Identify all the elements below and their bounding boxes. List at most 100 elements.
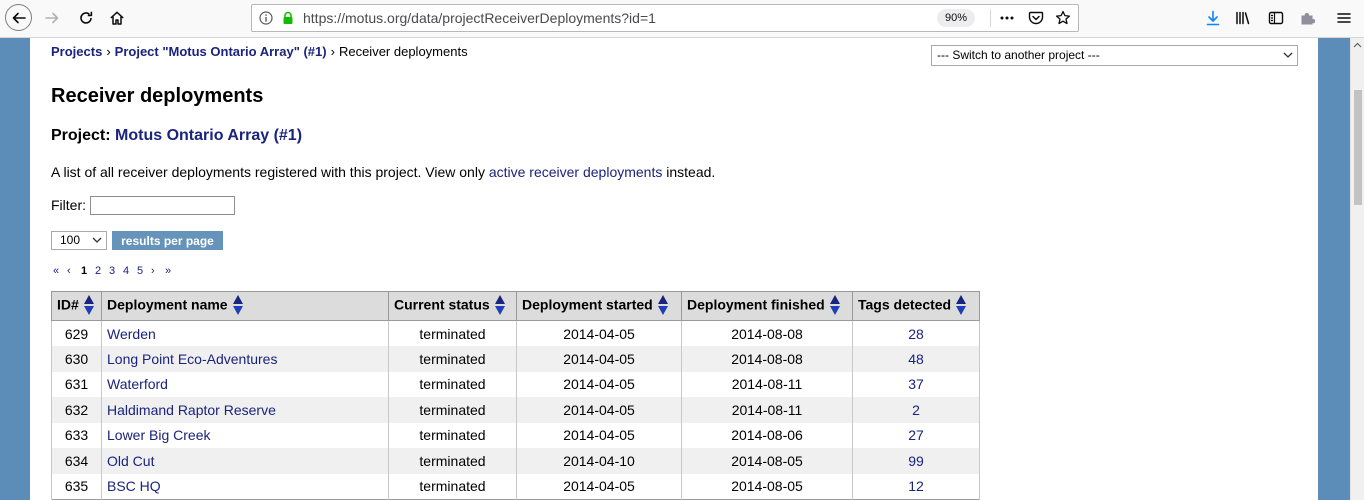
pagination-next[interactable]: › xyxy=(151,264,165,278)
column-header-label: Deployment started xyxy=(522,296,653,313)
pagination-page-link[interactable]: 4 xyxy=(123,264,137,278)
project-name-link[interactable]: Motus Ontario Array (#1) xyxy=(115,127,302,144)
column-header-label: Tags detected xyxy=(858,296,952,313)
menu-button[interactable] xyxy=(1335,9,1353,27)
page-actions-icon xyxy=(1000,16,1014,20)
cell-finished: 2014-08-06 xyxy=(681,422,853,448)
column-header-name[interactable]: Deployment name xyxy=(101,291,389,321)
pagination-prev[interactable]: ‹ xyxy=(67,264,81,278)
results-per-page-select[interactable]: 100 xyxy=(51,231,107,250)
deployment-name-link[interactable]: Long Point Eco-Adventures xyxy=(107,351,277,367)
bookmark-button[interactable] xyxy=(1055,10,1071,26)
cell-status: terminated xyxy=(388,422,517,448)
info-icon xyxy=(259,11,273,25)
cell-status: terminated xyxy=(388,346,517,372)
pagination-first[interactable]: « xyxy=(53,264,67,278)
column-header-label: Deployment finished xyxy=(687,296,825,313)
forward-arrow-icon xyxy=(45,12,59,24)
site-info-button[interactable] xyxy=(258,10,274,26)
sort-arrows-icon[interactable] xyxy=(956,294,967,316)
sort-arrows-icon[interactable] xyxy=(83,294,94,316)
cell-id: 631 xyxy=(51,371,102,397)
sort-arrows-icon[interactable] xyxy=(232,294,243,316)
tags-detected-link[interactable]: 37 xyxy=(908,376,924,392)
cell-tags: 48 xyxy=(852,346,980,372)
tags-detected-link[interactable]: 27 xyxy=(908,427,924,443)
cell-name: Long Point Eco-Adventures xyxy=(101,346,389,372)
sidebar-button[interactable] xyxy=(1267,9,1285,27)
results-per-page-value: 100 xyxy=(60,233,81,247)
tags-detected-link[interactable]: 99 xyxy=(908,453,924,469)
back-arrow-icon xyxy=(12,12,26,23)
pocket-icon xyxy=(1028,11,1044,25)
cell-status: terminated xyxy=(388,397,517,423)
tags-detected-link[interactable]: 48 xyxy=(908,351,924,367)
deployment-name-link[interactable]: Werden xyxy=(107,326,156,342)
tags-detected-link[interactable]: 12 xyxy=(908,478,924,494)
breadcrumb-projects-link[interactable]: Projects xyxy=(51,44,102,59)
column-header-id[interactable]: ID# xyxy=(51,291,102,321)
cell-tags: 2 xyxy=(852,397,980,423)
library-icon xyxy=(1236,11,1250,25)
tags-detected-link[interactable]: 28 xyxy=(908,326,924,342)
pagination-page-link[interactable]: 2 xyxy=(95,264,109,278)
cell-status: terminated xyxy=(388,371,517,397)
table-row: 630 Long Point Eco-Adventures terminated… xyxy=(51,346,980,372)
cell-status: terminated xyxy=(388,473,517,499)
cell-started: 2014-04-05 xyxy=(516,346,682,372)
deployment-name-link[interactable]: Haldimand Raptor Reserve xyxy=(107,402,276,418)
cell-id: 629 xyxy=(51,320,102,346)
column-header-started[interactable]: Deployment started xyxy=(516,291,682,321)
column-header-status[interactable]: Current status xyxy=(388,291,517,321)
project-switcher-select[interactable]: --- Switch to another project --- xyxy=(931,45,1298,66)
active-deployments-link[interactable]: active receiver deployments xyxy=(489,164,663,180)
downloads-button[interactable] xyxy=(1204,9,1222,27)
forward-button[interactable] xyxy=(43,9,61,27)
pagination-page-link[interactable]: 3 xyxy=(109,264,123,278)
pagination-page-link[interactable]: 5 xyxy=(137,264,151,278)
sort-arrows-icon[interactable] xyxy=(657,294,668,316)
cell-name: BSC HQ xyxy=(101,473,389,499)
filter-label: Filter: xyxy=(51,197,86,213)
column-header-label: Current status xyxy=(394,296,490,313)
address-bar[interactable]: https://motus.org/data/projectReceiverDe… xyxy=(251,4,1079,32)
deployment-name-link[interactable]: Waterford xyxy=(107,376,168,392)
urlbar-divider xyxy=(990,9,991,27)
extension-button[interactable] xyxy=(1298,9,1316,27)
sort-arrows-icon[interactable] xyxy=(829,294,840,316)
url-text[interactable]: https://motus.org/data/projectReceiverDe… xyxy=(303,5,656,31)
cell-name: Old Cut xyxy=(101,448,389,474)
tags-detected-link[interactable]: 2 xyxy=(912,402,920,418)
sort-arrows-icon[interactable] xyxy=(494,294,505,316)
column-header-label: ID# xyxy=(57,296,79,313)
cell-name: Waterford xyxy=(101,371,389,397)
deployment-name-link[interactable]: BSC HQ xyxy=(107,478,161,494)
deployment-name-link[interactable]: Lower Big Creek xyxy=(107,427,211,443)
table-row: 629 Werden terminated 2014-04-05 2014-08… xyxy=(51,320,980,346)
deployment-name-link[interactable]: Old Cut xyxy=(107,453,154,469)
results-per-page-row: 100 results per page xyxy=(51,231,223,250)
table-header-row: ID# Deployment name Current status Deplo… xyxy=(51,291,980,321)
breadcrumb-project-link[interactable]: Project "Motus Ontario Array" (#1) xyxy=(115,44,327,59)
cell-tags: 99 xyxy=(852,448,980,474)
vertical-scrollbar[interactable] xyxy=(1350,38,1364,500)
column-header-tags[interactable]: Tags detected xyxy=(852,291,980,321)
pocket-button[interactable] xyxy=(1028,10,1044,26)
results-per-page-button[interactable]: results per page xyxy=(112,231,223,250)
page-actions-button[interactable] xyxy=(999,10,1015,26)
reload-button[interactable] xyxy=(77,9,95,27)
filter-input[interactable] xyxy=(90,195,235,215)
cell-tags: 37 xyxy=(852,371,980,397)
security-lock-button[interactable] xyxy=(280,10,296,26)
home-button[interactable] xyxy=(108,9,126,27)
cell-finished: 2014-08-11 xyxy=(681,397,853,423)
table-row: 633 Lower Big Creek terminated 2014-04-0… xyxy=(51,422,980,448)
back-button[interactable] xyxy=(5,4,32,31)
zoom-level-badge[interactable]: 90% xyxy=(937,9,975,27)
column-header-finished[interactable]: Deployment finished xyxy=(681,291,853,321)
pagination-last[interactable]: » xyxy=(165,264,179,278)
pagination: « ‹ 1 2 3 4 5 › » xyxy=(53,264,179,278)
scroll-up-icon[interactable] xyxy=(1353,42,1362,48)
scrollbar-thumb[interactable] xyxy=(1354,90,1362,205)
library-button[interactable] xyxy=(1234,9,1252,27)
